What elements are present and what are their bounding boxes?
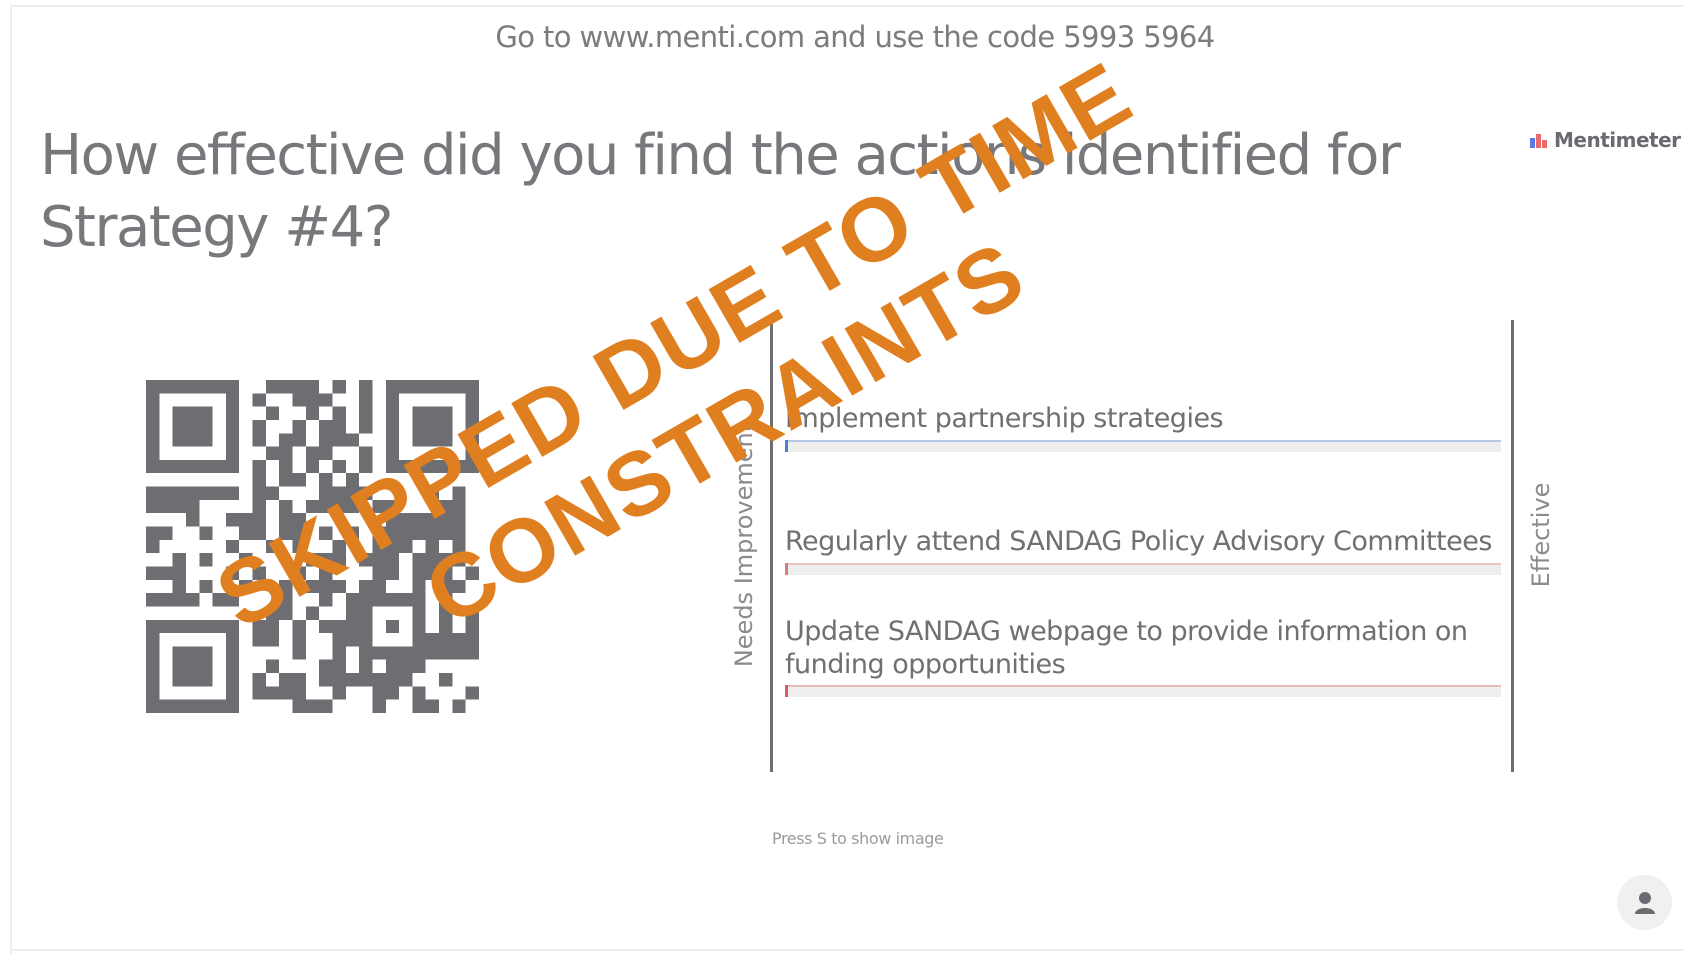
brand-name: Mentimeter	[1554, 128, 1681, 152]
scale-axis-right	[1511, 320, 1514, 772]
presentation-slide: Go to www.menti.com and use the code 599…	[0, 0, 1684, 954]
statement-label: Regularly attend SANDAG Policy Advisory …	[785, 526, 1492, 557]
mentimeter-logo-icon	[1530, 132, 1548, 148]
scale-left-label: Needs Improvement	[730, 422, 758, 668]
statement-bar-stripe	[785, 563, 1501, 565]
qr-code-icon	[146, 380, 479, 713]
statement-label: Implement partnership strategies	[785, 403, 1224, 434]
mentimeter-brand: Mentimeter	[1530, 128, 1681, 152]
top-border	[12, 5, 1684, 7]
statement-bar-marker	[785, 685, 788, 697]
scale-axis-left	[770, 320, 773, 772]
join-instructions: Go to www.menti.com and use the code 599…	[495, 20, 1215, 54]
statement-bar-marker	[785, 563, 788, 575]
statement-bar-stripe	[785, 440, 1501, 442]
left-border	[10, 5, 12, 954]
statement-bar	[785, 440, 1501, 452]
statement-bar	[785, 563, 1501, 575]
bottom-border	[12, 949, 1684, 951]
scale-right-label: Effective	[1527, 482, 1555, 588]
statement-bar-stripe	[785, 685, 1501, 687]
user-avatar-button[interactable]	[1617, 875, 1672, 930]
person-icon	[1634, 891, 1655, 914]
question-title: How effective did you find the actions i…	[40, 123, 1401, 260]
statement-label: Update SANDAG webpage to provide informa…	[785, 616, 1468, 680]
keyboard-hint: Press S to show image	[772, 829, 944, 848]
statement-bar	[785, 685, 1501, 697]
statement-bar-marker	[785, 440, 788, 452]
